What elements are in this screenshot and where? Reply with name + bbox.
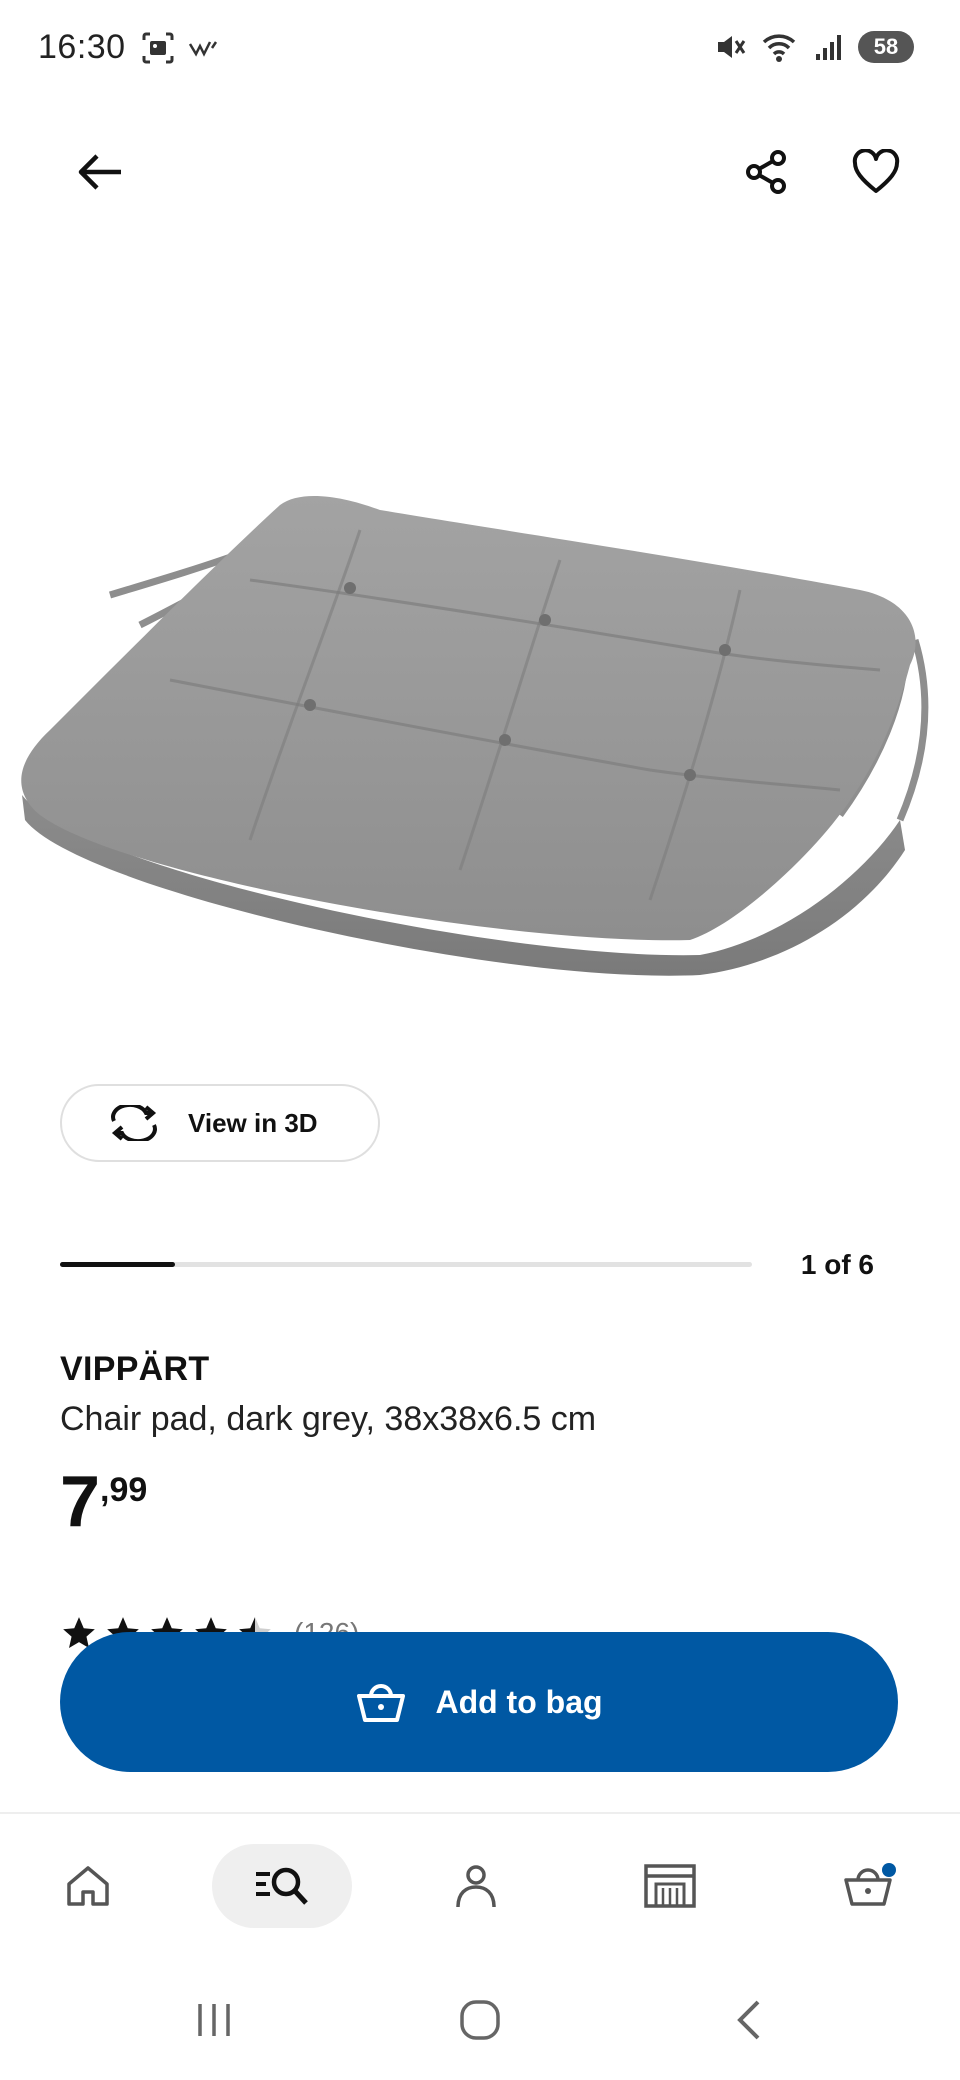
status-icons-left (140, 30, 220, 66)
mute-icon (718, 36, 746, 58)
profile-icon (456, 1865, 496, 1908)
status-time: 16:30 (38, 28, 126, 66)
heart-icon (852, 149, 900, 193)
signal-icon (816, 35, 841, 60)
price-integer: 7 (60, 1462, 101, 1542)
nav-home[interactable] (18, 1844, 158, 1928)
image-carousel-progress-fill (60, 1262, 176, 1267)
store-icon (644, 1864, 696, 1908)
search-icon (256, 1867, 308, 1905)
product-price: 7 ,99 (60, 1466, 147, 1538)
bag-icon (357, 1684, 406, 1722)
chevron-left-icon (737, 2000, 760, 2040)
system-nav-bar (0, 1962, 960, 2080)
recent-apps-icon (198, 2004, 230, 2036)
recent-apps-button[interactable] (174, 1988, 254, 2052)
product-image[interactable] (0, 420, 960, 1000)
nav-search[interactable] (212, 1844, 352, 1928)
image-carousel-counter: 1 of 6 (800, 1249, 874, 1280)
home-system-button[interactable] (440, 1988, 520, 2052)
nav-store[interactable] (600, 1844, 740, 1928)
favorite-button[interactable] (844, 140, 908, 204)
home-icon (67, 1866, 109, 1906)
wifi-icon (762, 34, 796, 62)
shopping-bag-icon (844, 1863, 896, 1906)
product-description: Chair pad, dark grey, 38x38x6.5 cm (60, 1400, 597, 1438)
status-icons-right: 58 (712, 30, 914, 64)
status-bar: 16:30 58 (0, 0, 960, 100)
nav-bag[interactable] (800, 1844, 940, 1928)
battery-icon: 58 (858, 31, 914, 63)
image-carousel-progress (60, 1262, 752, 1267)
chair-pad-image (21, 495, 929, 976)
add-to-bag-label: Add to bag (435, 1683, 603, 1720)
product-name: VIPPÄRT (60, 1350, 210, 1388)
screenshot-icon (142, 32, 174, 64)
bottom-nav (0, 1812, 960, 1964)
share-icon (746, 150, 786, 194)
view-in-3d-label: View in 3D (188, 1107, 318, 1138)
rotate-3d-icon (106, 1103, 162, 1143)
price-decimal: ,99 (100, 1471, 148, 1509)
back-button[interactable] (68, 140, 132, 204)
back-arrow-icon (78, 154, 121, 190)
add-to-bag-button[interactable]: Add to bag (60, 1632, 898, 1772)
share-button[interactable] (734, 140, 798, 204)
back-system-button[interactable] (710, 1988, 790, 2052)
home-circle-icon (460, 2000, 500, 2040)
wifi-calling-icon (188, 41, 218, 57)
nav-profile[interactable] (406, 1844, 546, 1928)
view-in-3d-button[interactable]: View in 3D (60, 1084, 380, 1162)
